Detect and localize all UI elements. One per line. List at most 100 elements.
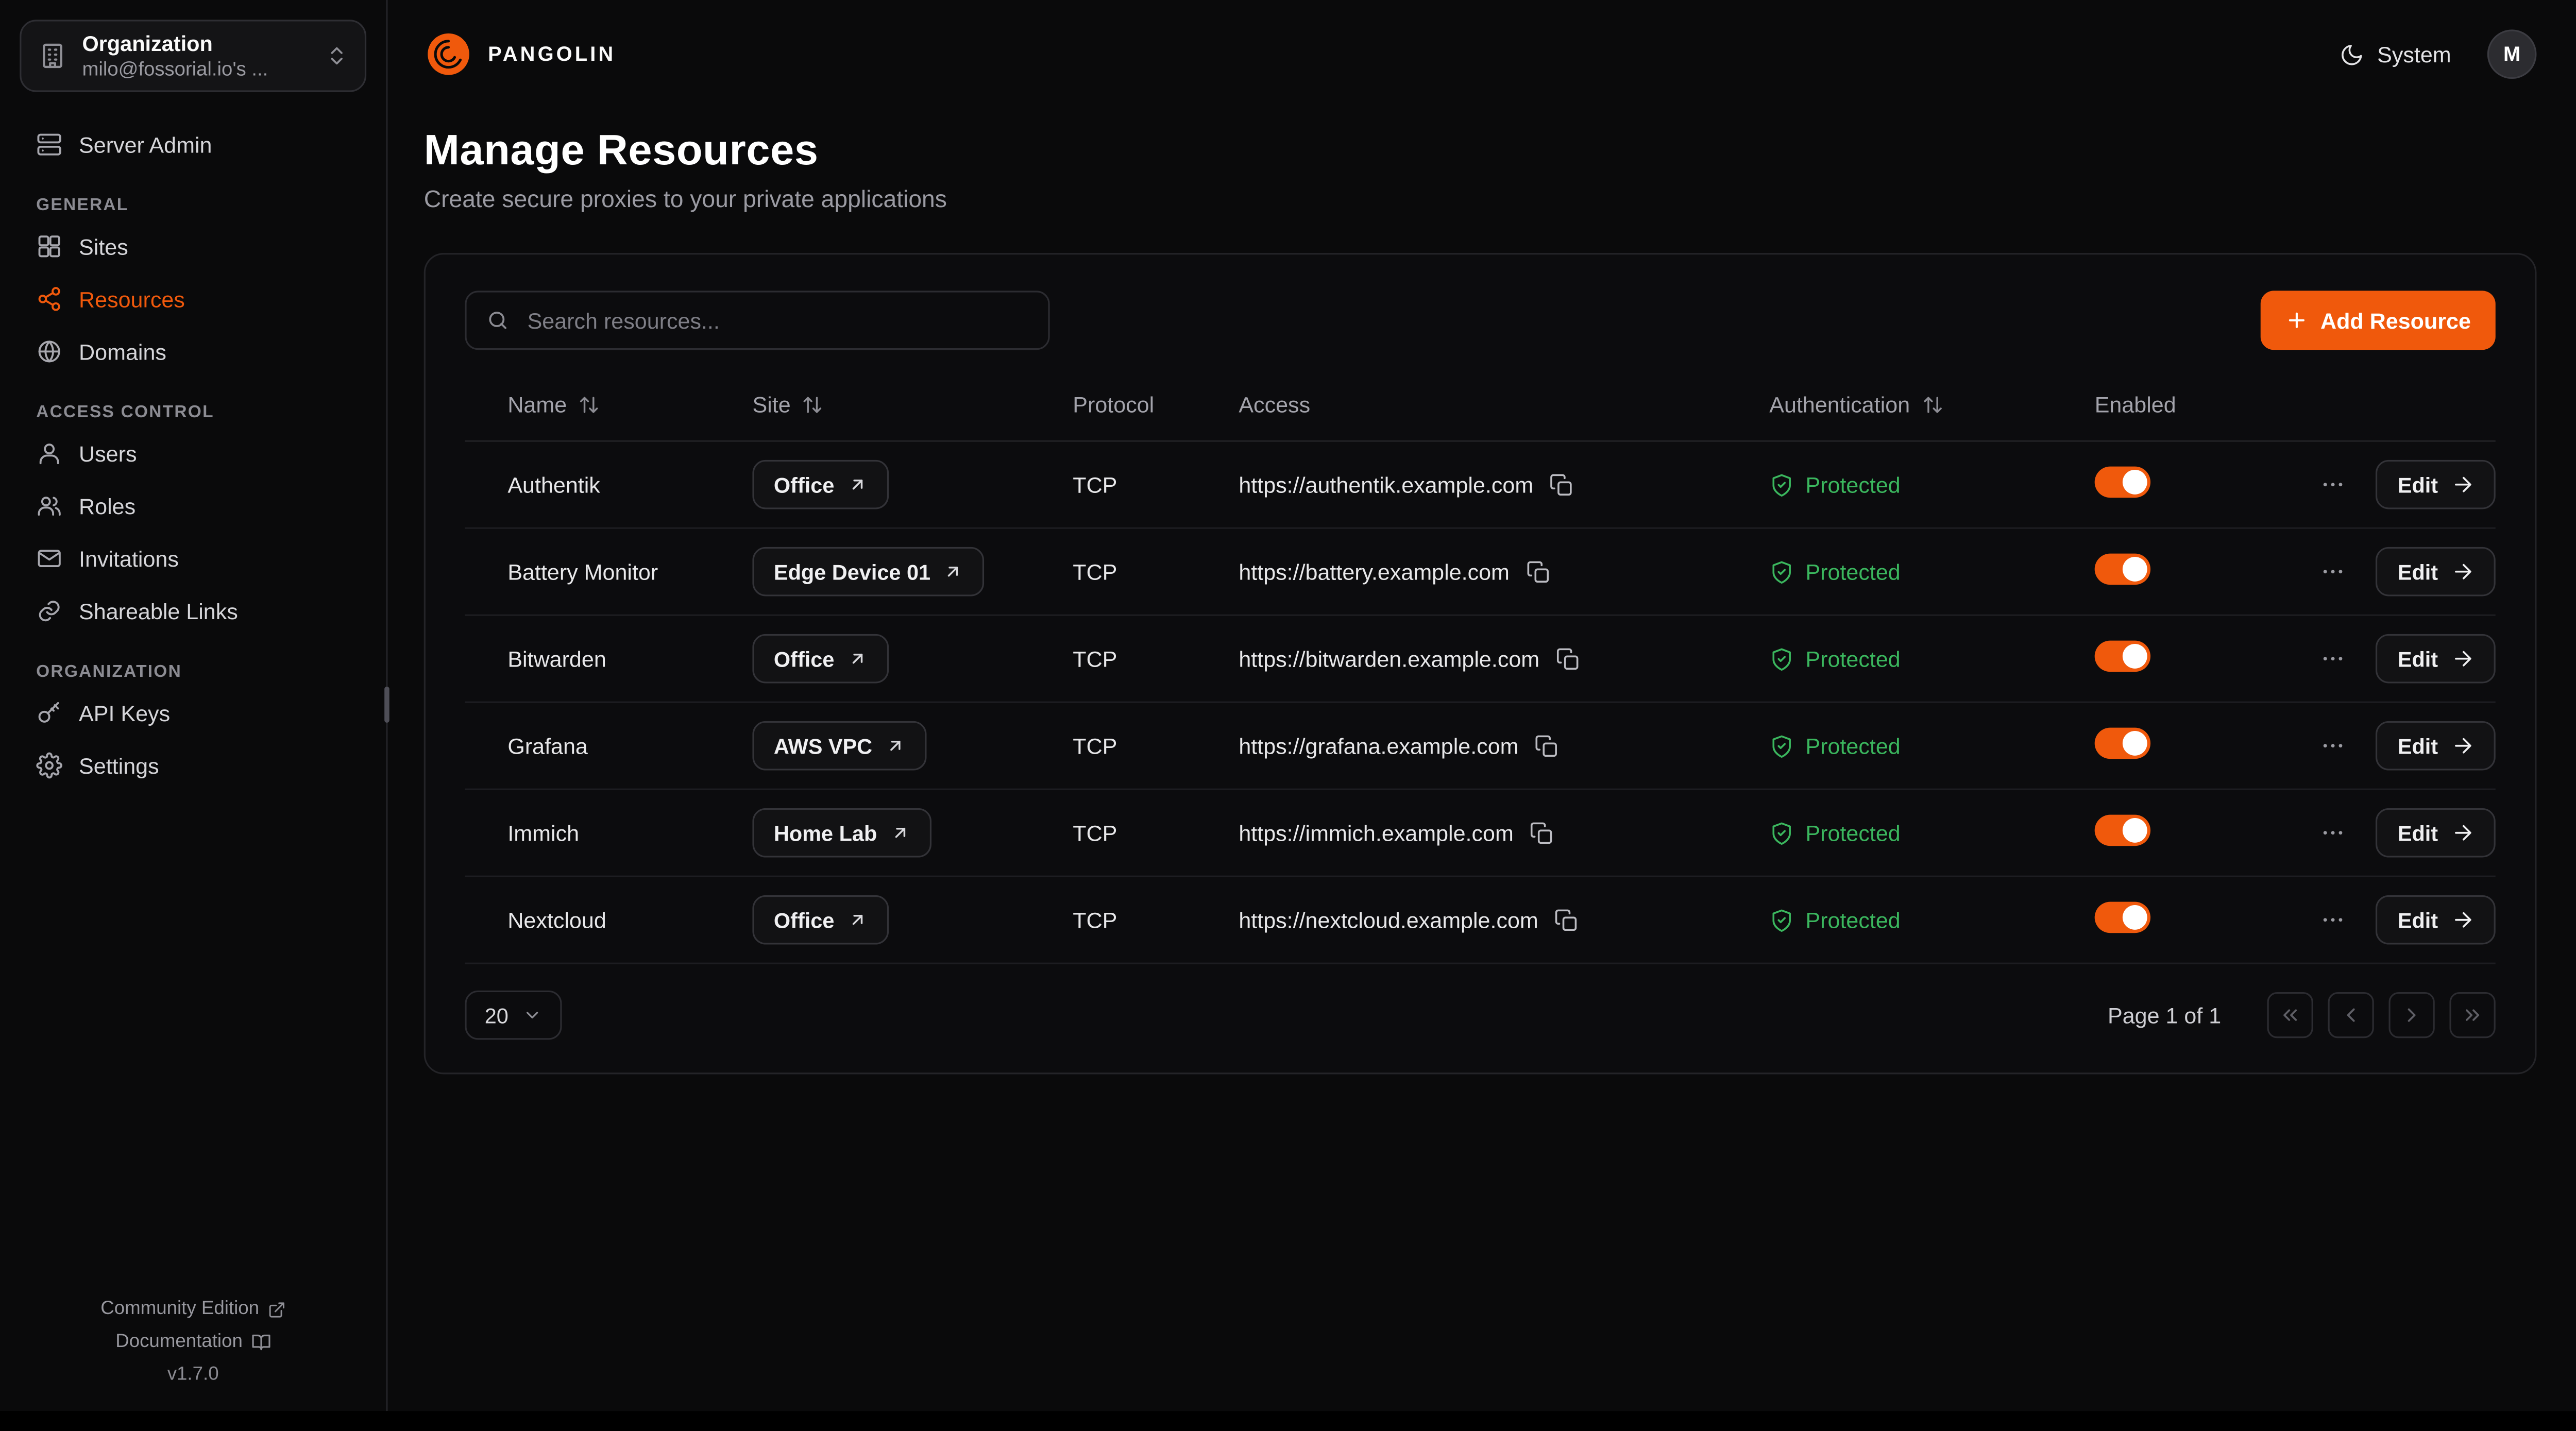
table-row: Immich Home Lab TCP https://immich.e — [465, 790, 2495, 877]
sidebar-item-resources[interactable]: Resources — [20, 272, 366, 325]
row-menu-button[interactable] — [2317, 904, 2350, 936]
site-link-button[interactable]: Home Lab — [752, 808, 931, 858]
sidebar-item-server-admin[interactable]: Server Admin — [20, 118, 366, 171]
row-menu-button[interactable] — [2317, 729, 2350, 762]
org-selector[interactable]: Organization milo@fossorial.io's ... — [20, 20, 366, 92]
sidebar-item-sites[interactable]: Sites — [20, 220, 366, 272]
main-content: PANGOLIN System M Manage Resources Creat… — [388, 0, 2576, 1411]
enabled-toggle[interactable] — [2095, 815, 2150, 846]
row-menu-button[interactable] — [2317, 555, 2350, 588]
mail-icon — [36, 546, 62, 572]
key-icon — [36, 700, 62, 726]
resources-card: Add Resource Name Site Protocol — [424, 253, 2537, 1074]
avatar[interactable]: M — [2487, 29, 2537, 79]
link-icon — [36, 598, 62, 624]
copy-icon[interactable] — [1530, 821, 1555, 845]
site-name: AWS VPC — [774, 734, 872, 758]
sidebar-item-roles[interactable]: Roles — [20, 480, 366, 532]
add-resource-button[interactable]: Add Resource — [2261, 291, 2496, 350]
pager: Page 1 of 1 — [2108, 992, 2496, 1038]
server-icon — [36, 131, 62, 158]
enabled-toggle[interactable] — [2095, 554, 2150, 585]
site-link-button[interactable]: Edge Device 01 — [752, 547, 985, 597]
column-header-protocol: Protocol — [1073, 393, 1239, 417]
access-url: https://battery.example.com — [1239, 559, 1510, 584]
community-edition-link[interactable]: Community Edition — [20, 1299, 366, 1319]
last-page-button[interactable] — [2449, 992, 2495, 1038]
external-link-icon — [267, 1300, 285, 1318]
sidebar-item-domains[interactable]: Domains — [20, 325, 366, 378]
resource-protocol: TCP — [1073, 821, 1239, 845]
copy-icon[interactable] — [1526, 559, 1551, 584]
chevrons-up-down-icon — [325, 44, 348, 67]
sidebar-item-settings[interactable]: Settings — [20, 739, 366, 792]
edit-label: Edit — [2398, 908, 2438, 932]
enabled-toggle[interactable] — [2095, 902, 2150, 933]
documentation-link[interactable]: Documentation — [20, 1332, 366, 1352]
edit-button[interactable]: Edit — [2376, 634, 2495, 684]
documentation-label: Documentation — [115, 1332, 243, 1352]
search-input[interactable] — [524, 306, 1028, 334]
enabled-toggle[interactable] — [2095, 728, 2150, 759]
column-header-site[interactable]: Site — [752, 393, 1073, 417]
ellipsis-icon — [2320, 820, 2347, 846]
site-link-button[interactable]: Office — [752, 895, 888, 945]
sidebar-item-label: Invitations — [79, 546, 179, 571]
sidebar-item-api-keys[interactable]: API Keys — [20, 687, 366, 739]
column-header-access: Access — [1239, 393, 1769, 417]
sidebar-item-label: API Keys — [79, 701, 170, 725]
resource-name: Immich — [465, 821, 752, 845]
topbar-right: System M — [2340, 29, 2537, 79]
previous-page-button[interactable] — [2328, 992, 2374, 1038]
moon-icon — [2340, 42, 2364, 66]
add-resource-label: Add Resource — [2320, 308, 2471, 333]
table-row: Nextcloud Office TCP https://nextclo — [465, 877, 2495, 964]
theme-toggle[interactable]: System — [2340, 42, 2451, 66]
table-row: Authentik Office TCP https://authent — [465, 442, 2495, 529]
edit-button[interactable]: Edit — [2376, 895, 2495, 945]
copy-icon[interactable] — [1556, 646, 1581, 671]
enabled-toggle[interactable] — [2095, 641, 2150, 672]
row-menu-button[interactable] — [2317, 816, 2350, 849]
edit-button[interactable]: Edit — [2376, 547, 2495, 597]
enabled-toggle[interactable] — [2095, 467, 2150, 498]
community-edition-label: Community Edition — [100, 1299, 259, 1319]
sidebar-resize-handle[interactable] — [384, 687, 389, 723]
site-link-button[interactable]: Office — [752, 460, 888, 509]
table-row: Battery Monitor Edge Device 01 TCP h — [465, 529, 2495, 616]
org-subtitle: milo@fossorial.io's ... — [82, 58, 310, 81]
copy-icon[interactable] — [1535, 734, 1560, 758]
row-menu-button[interactable] — [2317, 468, 2350, 501]
edit-button[interactable]: Edit — [2376, 721, 2495, 771]
resources-icon — [36, 286, 62, 312]
toggle-knob — [2123, 644, 2147, 669]
site-name: Office — [774, 908, 834, 932]
sidebar-item-users[interactable]: Users — [20, 427, 366, 480]
next-page-button[interactable] — [2388, 992, 2434, 1038]
column-header-enabled: Enabled — [2095, 393, 2292, 417]
page-title: Manage Resources — [424, 125, 2537, 176]
arrow-right-icon — [2451, 908, 2475, 931]
page-size-select[interactable]: 20 — [465, 991, 563, 1040]
site-link-button[interactable]: AWS VPC — [752, 721, 926, 771]
toggle-knob — [2123, 470, 2147, 495]
column-header-name[interactable]: Name — [465, 393, 752, 417]
chevrons-right-icon — [2461, 1003, 2484, 1027]
copy-icon[interactable] — [1550, 472, 1574, 497]
copy-icon[interactable] — [1555, 908, 1580, 932]
column-header-authentication[interactable]: Authentication — [1769, 393, 2094, 417]
access-url: https://nextcloud.example.com — [1239, 908, 1538, 932]
sidebar-item-shareable-links[interactable]: Shareable Links — [20, 585, 366, 637]
auth-status: Protected — [1805, 908, 1900, 932]
sidebar-item-invitations[interactable]: Invitations — [20, 532, 366, 585]
brand[interactable]: PANGOLIN — [424, 29, 616, 79]
site-link-button[interactable]: Office — [752, 634, 888, 684]
edit-button[interactable]: Edit — [2376, 460, 2495, 509]
sidebar-item-label: Users — [79, 441, 137, 466]
sidebar-item-label: Sites — [79, 234, 128, 259]
sidebar-item-label: Resources — [79, 286, 185, 311]
edit-button[interactable]: Edit — [2376, 808, 2495, 858]
first-page-button[interactable] — [2267, 992, 2313, 1038]
row-menu-button[interactable] — [2317, 642, 2350, 675]
table-header: Name Site Protocol Access — [465, 369, 2495, 441]
